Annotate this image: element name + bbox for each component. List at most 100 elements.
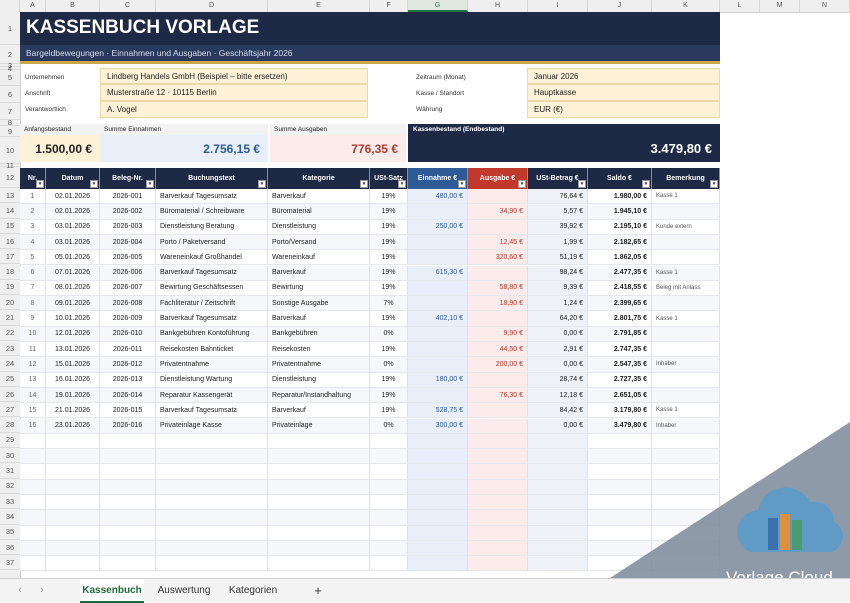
empty-cell[interactable] <box>100 525 156 541</box>
empty-cell[interactable] <box>468 479 528 495</box>
empty-cell[interactable] <box>468 449 528 465</box>
table-cell[interactable] <box>408 280 468 297</box>
table-cell[interactable] <box>408 204 468 220</box>
table-cell[interactable]: 2.801,75 € <box>588 311 652 327</box>
table-cell[interactable] <box>652 387 720 404</box>
empty-cell[interactable] <box>528 495 588 511</box>
row-header-26[interactable]: 26 <box>0 387 20 403</box>
table-cell[interactable] <box>468 403 528 419</box>
empty-cell[interactable] <box>370 449 408 465</box>
table-cell[interactable]: 180,00 € <box>408 372 468 388</box>
empty-cell[interactable] <box>370 556 408 572</box>
empty-cell[interactable] <box>408 540 468 557</box>
column-header-c[interactable]: C <box>100 0 156 12</box>
empty-cell[interactable] <box>370 464 408 480</box>
table-cell[interactable]: 3.179,80 € <box>588 403 652 419</box>
empty-cell[interactable] <box>46 433 100 450</box>
column-header-e[interactable]: E <box>268 0 370 12</box>
table-cell[interactable] <box>408 342 468 358</box>
table-cell[interactable]: 84,42 € <box>528 403 588 419</box>
empty-cell[interactable] <box>100 479 156 495</box>
empty-cell[interactable] <box>100 540 156 557</box>
table-cell[interactable]: 480,00 € <box>408 189 468 205</box>
table-cell[interactable]: 2.727,35 € <box>588 372 652 388</box>
row-header-29[interactable]: 29 <box>0 433 20 449</box>
column-header-b[interactable]: B <box>46 0 100 12</box>
row-header-27[interactable]: 27 <box>0 402 20 418</box>
empty-cell[interactable] <box>468 433 528 450</box>
empty-cell[interactable] <box>156 433 268 450</box>
table-cell[interactable]: 12.01.2026 <box>46 326 100 342</box>
empty-cell[interactable] <box>20 525 46 541</box>
row-header-17[interactable]: 17 <box>0 249 20 265</box>
table-cell[interactable] <box>408 234 468 251</box>
empty-cell[interactable] <box>370 540 408 557</box>
table-cell[interactable]: 2026-010 <box>100 326 156 342</box>
prev-sheet-icon[interactable]: ‹ <box>10 579 30 601</box>
row-header-37[interactable]: 37 <box>0 555 20 571</box>
empty-cell[interactable] <box>468 510 528 526</box>
table-cell[interactable]: Büromaterial <box>268 204 370 220</box>
table-cell[interactable]: Porto / Paketversand <box>156 234 268 251</box>
table-cell[interactable]: 2026-007 <box>100 280 156 297</box>
table-cell[interactable]: Inhaber <box>652 357 720 373</box>
empty-cell[interactable] <box>100 495 156 511</box>
table-cell[interactable] <box>408 250 468 266</box>
table-cell[interactable]: 1,24 € <box>528 296 588 312</box>
table-cell[interactable]: 9,90 € <box>468 326 528 342</box>
empty-cell[interactable] <box>370 525 408 541</box>
table-cell[interactable]: 08.01.2026 <box>46 280 100 297</box>
empty-cell[interactable] <box>408 510 468 526</box>
table-cell[interactable]: 13.01.2026 <box>46 342 100 358</box>
empty-cell[interactable] <box>20 556 46 572</box>
table-cell[interactable]: 19% <box>370 387 408 404</box>
table-cell[interactable]: 2.547,35 € <box>588 357 652 373</box>
empty-cell[interactable] <box>408 479 468 495</box>
filter-dropdown-icon[interactable]: ▾ <box>710 180 718 188</box>
empty-cell[interactable] <box>100 433 156 450</box>
tab-kategorien[interactable]: Kategorien <box>222 579 284 601</box>
value-summe-ausgaben[interactable]: 776,35 € <box>270 135 406 162</box>
table-cell[interactable]: 2 <box>20 204 46 220</box>
column-header-n[interactable]: N <box>800 0 850 12</box>
field-unternehmen[interactable]: Lindberg Handels GmbH (Beispiel – bitte … <box>100 68 368 84</box>
value-summe-einnahmen[interactable]: 2.756,15 € <box>100 135 268 162</box>
table-cell[interactable]: 12 <box>20 357 46 373</box>
filter-dropdown-icon[interactable]: ▾ <box>642 180 650 188</box>
table-cell[interactable]: 2026-004 <box>100 234 156 251</box>
empty-cell[interactable] <box>156 479 268 495</box>
column-header-k[interactable]: K <box>652 0 720 12</box>
empty-cell[interactable] <box>20 510 46 526</box>
empty-cell[interactable] <box>156 495 268 511</box>
table-cell[interactable]: 2026-005 <box>100 250 156 266</box>
empty-cell[interactable] <box>20 495 46 511</box>
table-cell[interactable]: Barverkauf Tagesumsatz <box>156 403 268 419</box>
table-cell[interactable] <box>468 189 528 205</box>
table-cell[interactable]: 1 <box>20 189 46 205</box>
field-waehrung[interactable]: EUR (€) <box>527 101 720 118</box>
empty-cell[interactable] <box>528 556 588 572</box>
table-cell[interactable]: Kasse 1 <box>652 403 720 419</box>
empty-cell[interactable] <box>268 464 370 480</box>
table-cell[interactable]: 19% <box>370 219 408 235</box>
filter-dropdown-icon[interactable]: ▾ <box>360 180 368 188</box>
table-cell[interactable]: 2.651,05 € <box>588 387 652 404</box>
table-cell[interactable]: 19% <box>370 403 408 419</box>
table-cell[interactable]: Fachliteratur / Zeitschrift <box>156 296 268 312</box>
row-header-32[interactable]: 32 <box>0 479 20 494</box>
table-cell[interactable]: 19% <box>370 342 408 358</box>
empty-cell[interactable] <box>408 464 468 480</box>
table-cell[interactable]: 5,57 € <box>528 204 588 220</box>
table-cell[interactable]: 2.182,65 € <box>588 234 652 251</box>
table-cell[interactable]: 1.862,05 € <box>588 250 652 266</box>
table-cell[interactable]: Wareneinkauf Großhandel <box>156 250 268 266</box>
row-header-14[interactable]: 14 <box>0 203 20 219</box>
row-header-15[interactable]: 15 <box>0 219 20 234</box>
table-cell[interactable]: 1,99 € <box>528 234 588 251</box>
row-header-21[interactable]: 21 <box>0 310 20 326</box>
empty-cell[interactable] <box>20 479 46 495</box>
table-cell[interactable]: 21.01.2026 <box>46 403 100 419</box>
filter-dropdown-icon[interactable]: ▾ <box>146 180 154 188</box>
table-cell[interactable]: Sonstige Ausgabe <box>268 296 370 312</box>
empty-cell[interactable] <box>20 464 46 480</box>
